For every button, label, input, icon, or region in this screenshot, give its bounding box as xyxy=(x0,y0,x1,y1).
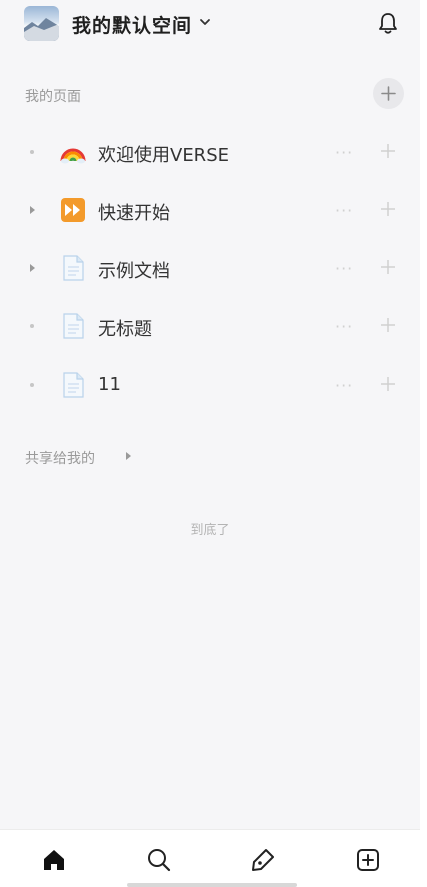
bottom-tab-bar xyxy=(0,829,420,887)
bullet-dot xyxy=(30,324,34,328)
rainbow-icon xyxy=(60,148,86,164)
bell-icon[interactable] xyxy=(377,11,399,35)
app-screen: 我的默认空间 我的页面 欢迎使用VERSE ··· 快速开始 ··· 示例文档 … xyxy=(0,0,427,887)
home-icon[interactable] xyxy=(41,847,67,873)
document-icon xyxy=(63,255,84,281)
add-subpage-icon[interactable] xyxy=(380,143,396,159)
expand-arrow-icon[interactable] xyxy=(26,262,38,274)
page-label: 快速开始 xyxy=(98,203,170,224)
more-options-icon[interactable]: ··· xyxy=(335,317,353,336)
add-page-button[interactable] xyxy=(373,78,404,109)
shared-with-me-title[interactable]: 共享给我的 xyxy=(25,448,95,468)
document-icon xyxy=(63,372,84,398)
expand-arrow-icon[interactable] xyxy=(123,451,133,461)
plus-icon xyxy=(381,86,396,101)
more-options-icon[interactable]: ··· xyxy=(335,259,353,278)
page-item-untitled[interactable]: 无标题 ··· xyxy=(0,303,420,351)
more-options-icon[interactable]: ··· xyxy=(335,143,353,162)
page-label: 示例文档 xyxy=(98,261,170,282)
page-item-11[interactable]: 11 ··· xyxy=(0,362,420,410)
page-label: 11 xyxy=(98,374,121,395)
edit-icon[interactable] xyxy=(250,847,276,873)
bullet-dot xyxy=(30,383,34,387)
end-of-list-text: 到底了 xyxy=(190,523,230,538)
more-options-icon[interactable]: ··· xyxy=(335,201,353,220)
add-subpage-icon[interactable] xyxy=(380,259,396,275)
page-item-quickstart[interactable]: 快速开始 ··· xyxy=(0,187,420,235)
page-label: 欢迎使用VERSE xyxy=(98,145,229,166)
more-options-icon[interactable]: ··· xyxy=(335,376,353,395)
header: 我的默认空间 xyxy=(0,0,420,48)
fast-forward-icon xyxy=(61,198,85,222)
chevron-down-icon[interactable] xyxy=(199,16,211,28)
add-subpage-icon[interactable] xyxy=(380,201,396,217)
home-indicator xyxy=(127,883,297,887)
workspace-title[interactable]: 我的默认空间 xyxy=(72,11,192,38)
page-item-welcome[interactable]: 欢迎使用VERSE ··· xyxy=(0,129,420,177)
workspace-avatar[interactable] xyxy=(24,6,59,41)
bullet-dot xyxy=(30,150,34,154)
page-label: 无标题 xyxy=(98,319,152,340)
expand-arrow-icon[interactable] xyxy=(26,204,38,216)
new-page-icon[interactable] xyxy=(355,847,381,873)
document-icon xyxy=(63,313,84,339)
my-pages-title: 我的页面 xyxy=(25,89,81,105)
add-subpage-icon[interactable] xyxy=(380,376,396,392)
page-item-sample-doc[interactable]: 示例文档 ··· xyxy=(0,245,420,293)
add-subpage-icon[interactable] xyxy=(380,317,396,333)
right-edge-strip xyxy=(420,0,427,887)
search-icon[interactable] xyxy=(146,847,172,873)
